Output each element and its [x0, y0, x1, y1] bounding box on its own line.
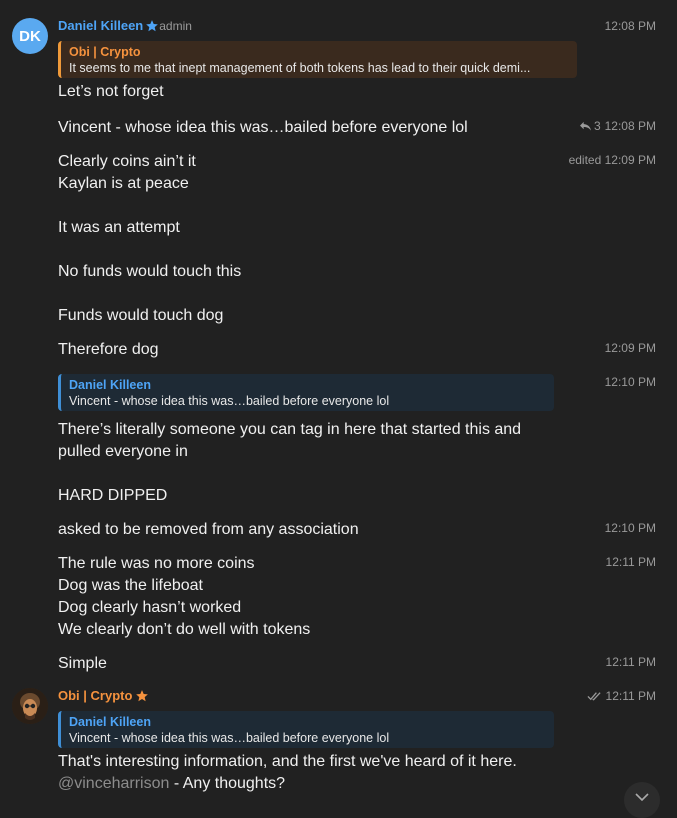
timestamp: 12:10 PM	[604, 375, 656, 389]
reply-text: It seems to me that inept management of …	[69, 61, 531, 75]
message-text: Simple	[58, 655, 107, 672]
timestamp: 12:10 PM	[604, 521, 656, 535]
reply-quote[interactable]: Obi | Crypto It seems to me that inept m…	[58, 41, 577, 78]
timestamp: 12:11 PM	[605, 655, 656, 669]
message-meta: 12:11 PM	[586, 689, 656, 703]
message-text: Vincent - whose idea this was…bailed bef…	[58, 119, 468, 136]
reply-arrow-icon[interactable]	[579, 121, 592, 132]
message-text: There’s literally someone you can tag in…	[58, 419, 521, 507]
message-line: HARD DIPPED	[58, 487, 168, 504]
star-icon	[145, 19, 159, 33]
message-text: That's interesting information, and the …	[58, 751, 517, 795]
reply-sender: Obi | Crypto	[69, 45, 141, 59]
message-line: Kaylan is at peace	[58, 175, 189, 192]
avatar-image	[12, 688, 48, 724]
timestamp: 12:09 PM	[604, 341, 656, 355]
timestamp: 12:11 PM	[605, 689, 656, 703]
message-text: The rule was no more coins Dog was the l…	[58, 553, 310, 641]
message-line: Dog was the lifeboat	[58, 577, 203, 594]
message-line-rest: - Any thoughts?	[169, 775, 286, 792]
timestamp: 12:09 PM	[604, 153, 656, 167]
timestamp: 12:08 PM	[604, 19, 656, 33]
message-meta: edited 12:09 PM	[569, 153, 656, 167]
message-line: No funds would touch this	[58, 263, 242, 280]
reply-quote[interactable]: Daniel Killeen Vincent - whose idea this…	[58, 374, 554, 411]
message-line: That's interesting information, and the …	[58, 753, 517, 770]
reply-text: Vincent - whose idea this was…bailed bef…	[69, 394, 390, 408]
sender-name[interactable]: Obi | Crypto	[58, 688, 132, 703]
message-line: @vinceharrison - Any thoughts?	[58, 773, 517, 795]
avatar[interactable]	[12, 688, 48, 724]
avatar[interactable]: DK	[12, 18, 48, 54]
mention-link[interactable]: @vinceharrison	[58, 775, 169, 792]
message-line: We clearly don’t do well with tokens	[58, 621, 311, 638]
reply-text: Vincent - whose idea this was…bailed bef…	[69, 731, 390, 745]
message-line: It was an attempt	[58, 219, 180, 236]
star-icon	[135, 689, 149, 703]
message-text: Clearly coins ain’t it Kaylan is at peac…	[58, 151, 241, 327]
message-text: asked to be removed from any association	[58, 521, 359, 538]
message-line: pulled everyone in	[58, 443, 188, 460]
reply-quote[interactable]: Daniel Killeen Vincent - whose idea this…	[58, 711, 554, 748]
message-meta: 3 12:08 PM	[579, 119, 656, 133]
sender-name[interactable]: Daniel Killeen	[58, 18, 143, 33]
message-line: The rule was no more coins	[58, 555, 255, 572]
message-line: There’s literally someone you can tag in…	[58, 421, 522, 438]
message-header: Obi | Crypto	[58, 688, 149, 703]
reply-sender: Daniel Killeen	[69, 378, 151, 392]
timestamp: 12:08 PM	[604, 119, 656, 133]
message-line: Dog clearly hasn’t worked	[58, 599, 242, 616]
chevron-down-icon	[635, 788, 649, 804]
message-line: Clearly coins ain’t it	[58, 153, 196, 170]
message-line: Funds would touch dog	[58, 307, 224, 324]
scroll-down-button[interactable]	[624, 782, 660, 818]
role-badge: admin	[159, 18, 192, 33]
reply-count[interactable]: 3	[594, 119, 601, 133]
timestamp: 12:11 PM	[605, 555, 656, 569]
message-text: Let’s not forget	[58, 83, 164, 100]
edited-label: edited	[568, 153, 602, 167]
avatar-initials: DK	[19, 27, 41, 45]
message-text: Therefore dog	[58, 341, 159, 358]
reply-sender: Daniel Killeen	[69, 715, 151, 729]
double-check-icon	[586, 691, 602, 701]
message-header: Daniel Killeen admin	[58, 18, 192, 33]
